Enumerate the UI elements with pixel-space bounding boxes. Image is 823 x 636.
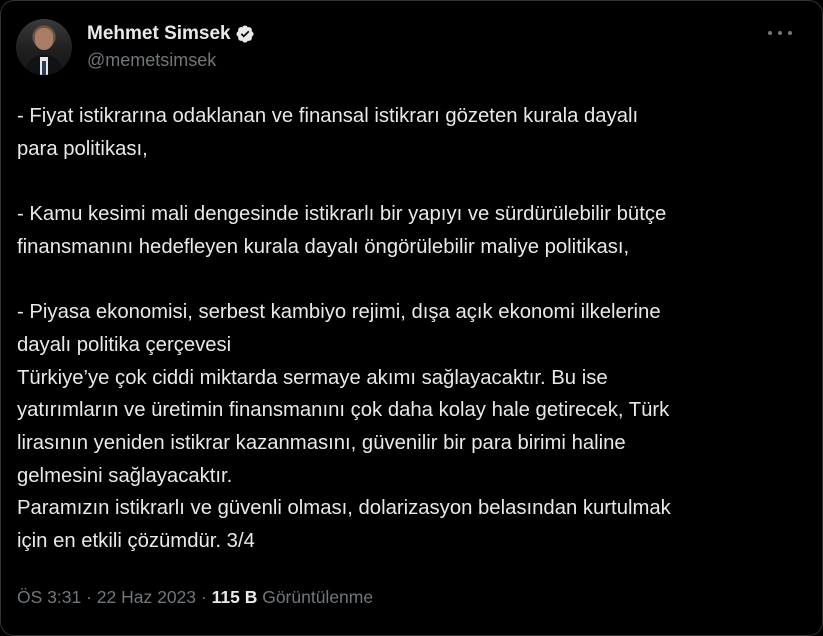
ellipsis-dot — [788, 31, 792, 35]
tweet-line: para politikası, — [17, 137, 148, 160]
tweet-line: - Kamu kesimi mali dengesinde istikrarlı… — [17, 203, 667, 226]
avatar-tie — [42, 61, 46, 75]
tweet-line: - Piyasa ekonomisi, serbest kambiyo reji… — [17, 301, 661, 324]
tweet-line: gelmesini sağlayacaktır. — [17, 464, 233, 487]
tweet-line: Paramızın istikrarlı ve güvenli olması, … — [17, 497, 671, 520]
views-label: Görüntülenme — [262, 587, 374, 607]
tweet-line: - Fiyat istikrarına odaklanan ve finansa… — [17, 105, 639, 127]
meta-separator: · — [81, 587, 97, 607]
tweet-line: için en etkili çözümdür. 3/4 — [17, 529, 255, 552]
more-options-icon[interactable] — [768, 23, 792, 43]
avatar[interactable] — [16, 19, 72, 75]
ellipsis-dot — [778, 31, 782, 35]
tweet-meta: ÖS 3:31 · 22 Haz 2023 · 115 B Görüntülen… — [17, 583, 373, 611]
views-count: 115 B — [211, 587, 258, 607]
tweet-line — [17, 165, 812, 198]
tweet-line: finansmanını hedefleyen kurala dayalı ön… — [17, 235, 630, 258]
post-date[interactable]: 22 Haz 2023 — [97, 587, 196, 607]
tweet-line: lirasının yeniden istikrar kazanmasını, … — [17, 431, 626, 454]
display-name[interactable]: Mehmet Simsek — [87, 21, 231, 47]
tweet-text: - Fiyat istikrarına odaklanan ve finansa… — [17, 100, 812, 558]
post-time[interactable]: ÖS 3:31 — [17, 587, 81, 607]
tweet-line: Türkiye’ye çok ciddi miktarda sermaye ak… — [17, 366, 608, 389]
tweet-card: Mehmet Simsek @memetsimsek - Fiyat istik… — [0, 0, 823, 636]
handle[interactable]: @memetsimsek — [87, 47, 255, 73]
meta-separator: · — [196, 587, 212, 607]
verified-badge-icon[interactable] — [235, 24, 255, 44]
tweet-line: yatırımların ve üretimin finansmanını ço… — [17, 399, 670, 422]
name-row: Mehmet Simsek — [87, 21, 255, 47]
tweet-line — [17, 263, 812, 296]
tweet-line: dayalı politika çerçevesi — [17, 333, 232, 356]
ellipsis-dot — [768, 31, 772, 35]
avatar-face — [35, 28, 53, 50]
tweet-header: Mehmet Simsek @memetsimsek — [16, 18, 255, 76]
author-names: Mehmet Simsek @memetsimsek — [87, 21, 255, 73]
